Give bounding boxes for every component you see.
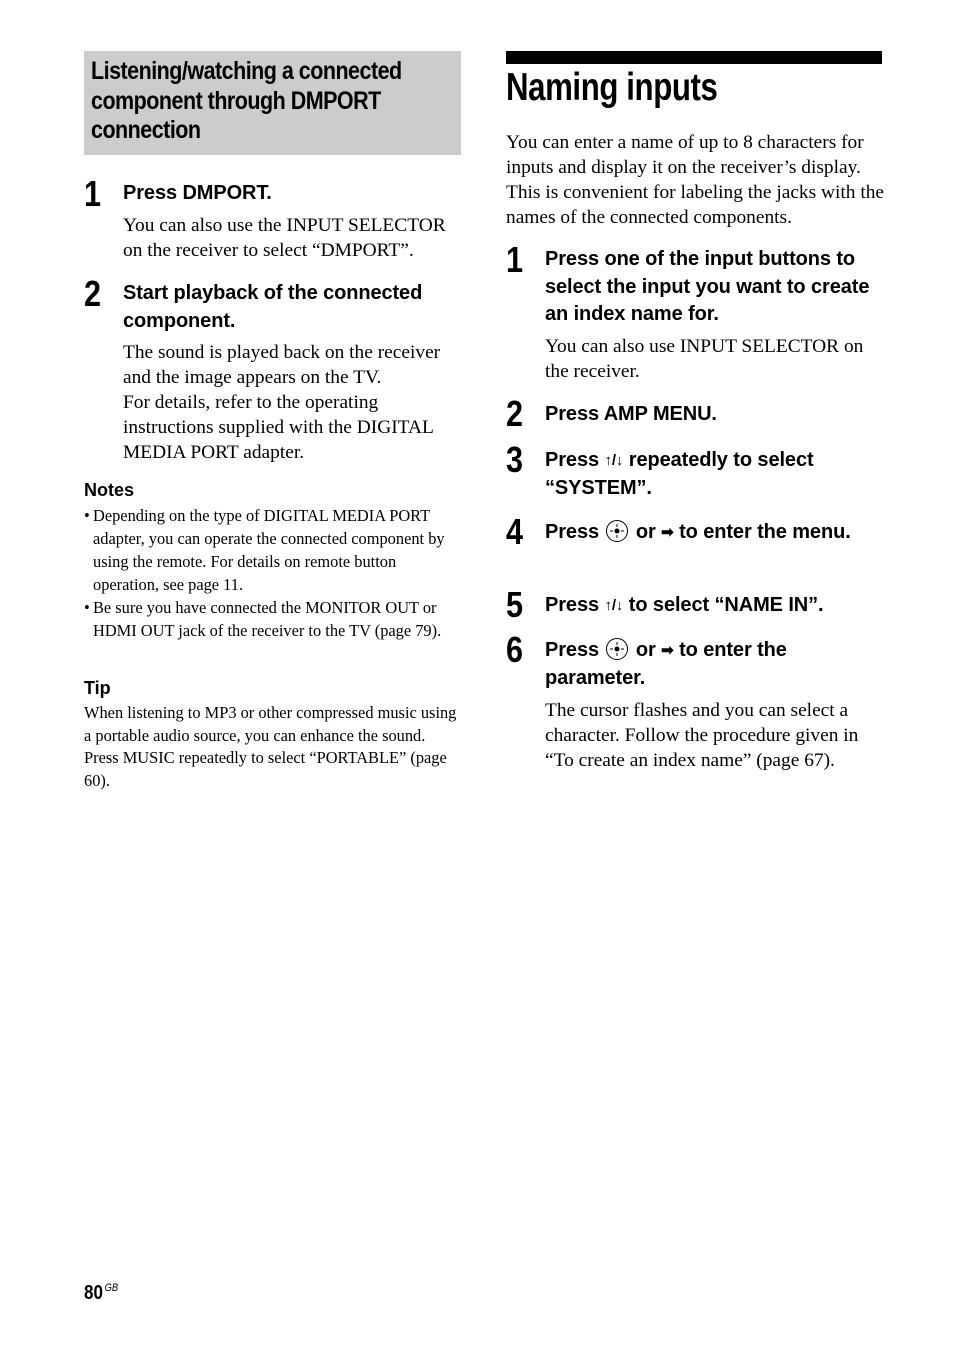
note-item: • Depending on the type of DIGITAL MEDIA … xyxy=(84,506,445,594)
step-number: 3 xyxy=(506,439,524,480)
section-heading: Listening/watching a connected component… xyxy=(91,57,402,144)
step-body: The cursor flashes and you can select a … xyxy=(545,700,859,771)
title-rule xyxy=(506,51,882,64)
step-title: Press or ➡ to enter the menu. xyxy=(545,520,851,543)
section-heading-box: Listening/watching a connected component… xyxy=(84,51,461,155)
page-title: Naming inputs xyxy=(506,66,718,109)
step-number: 4 xyxy=(506,511,524,552)
up-down-arrows-icon: ↑/↓ xyxy=(604,597,624,614)
enter-button-icon xyxy=(606,638,629,660)
right-arrow-icon: ➡ xyxy=(661,524,674,541)
notes-heading: Notes xyxy=(84,480,135,500)
step-body: The sound is played back on the receiver… xyxy=(123,342,441,463)
step-title: Press ↑/↓ to select “NAME IN”. xyxy=(545,594,824,616)
right-arrow-icon: ➡ xyxy=(661,642,674,659)
bullet-icon: • xyxy=(84,506,90,525)
step-title: Start playback of the connected componen… xyxy=(123,282,423,332)
step-body: You can also use the INPUT SELECTOR on t… xyxy=(123,215,446,261)
step-number: 1 xyxy=(84,173,102,214)
step-number: 1 xyxy=(506,239,524,280)
up-down-arrows-icon: ↑/↓ xyxy=(604,452,624,469)
step-title: Press one of the input buttons to select… xyxy=(545,248,870,325)
step-body: You can also use INPUT SELECTOR on the r… xyxy=(545,336,864,382)
step-number: 2 xyxy=(84,273,102,314)
tip-heading: Tip xyxy=(84,678,111,698)
bullet-icon: • xyxy=(84,598,90,617)
step-title: Press AMP MENU. xyxy=(545,403,717,425)
region-code: GB xyxy=(104,1282,119,1294)
notes-list: • Depending on the type of DIGITAL MEDIA … xyxy=(84,504,462,642)
step-title: Press or ➡ to enter the parameter. xyxy=(545,638,787,689)
step-number: 2 xyxy=(506,393,524,434)
note-item: • Be sure you have connected the MONITOR … xyxy=(84,598,442,640)
step-number: 5 xyxy=(506,584,524,625)
intro-text: You can enter a name of up to 8 characte… xyxy=(506,132,885,228)
step-title: Press ↑/↓ repeatedly to select “SYSTEM”. xyxy=(545,449,814,499)
step-number: 6 xyxy=(506,629,524,670)
step-title: Press DMPORT. xyxy=(123,182,272,204)
page-number: 80 GB xyxy=(84,1282,119,1304)
tip-text: When listening to MP3 or other compresse… xyxy=(84,703,457,791)
enter-button-icon xyxy=(606,520,629,542)
